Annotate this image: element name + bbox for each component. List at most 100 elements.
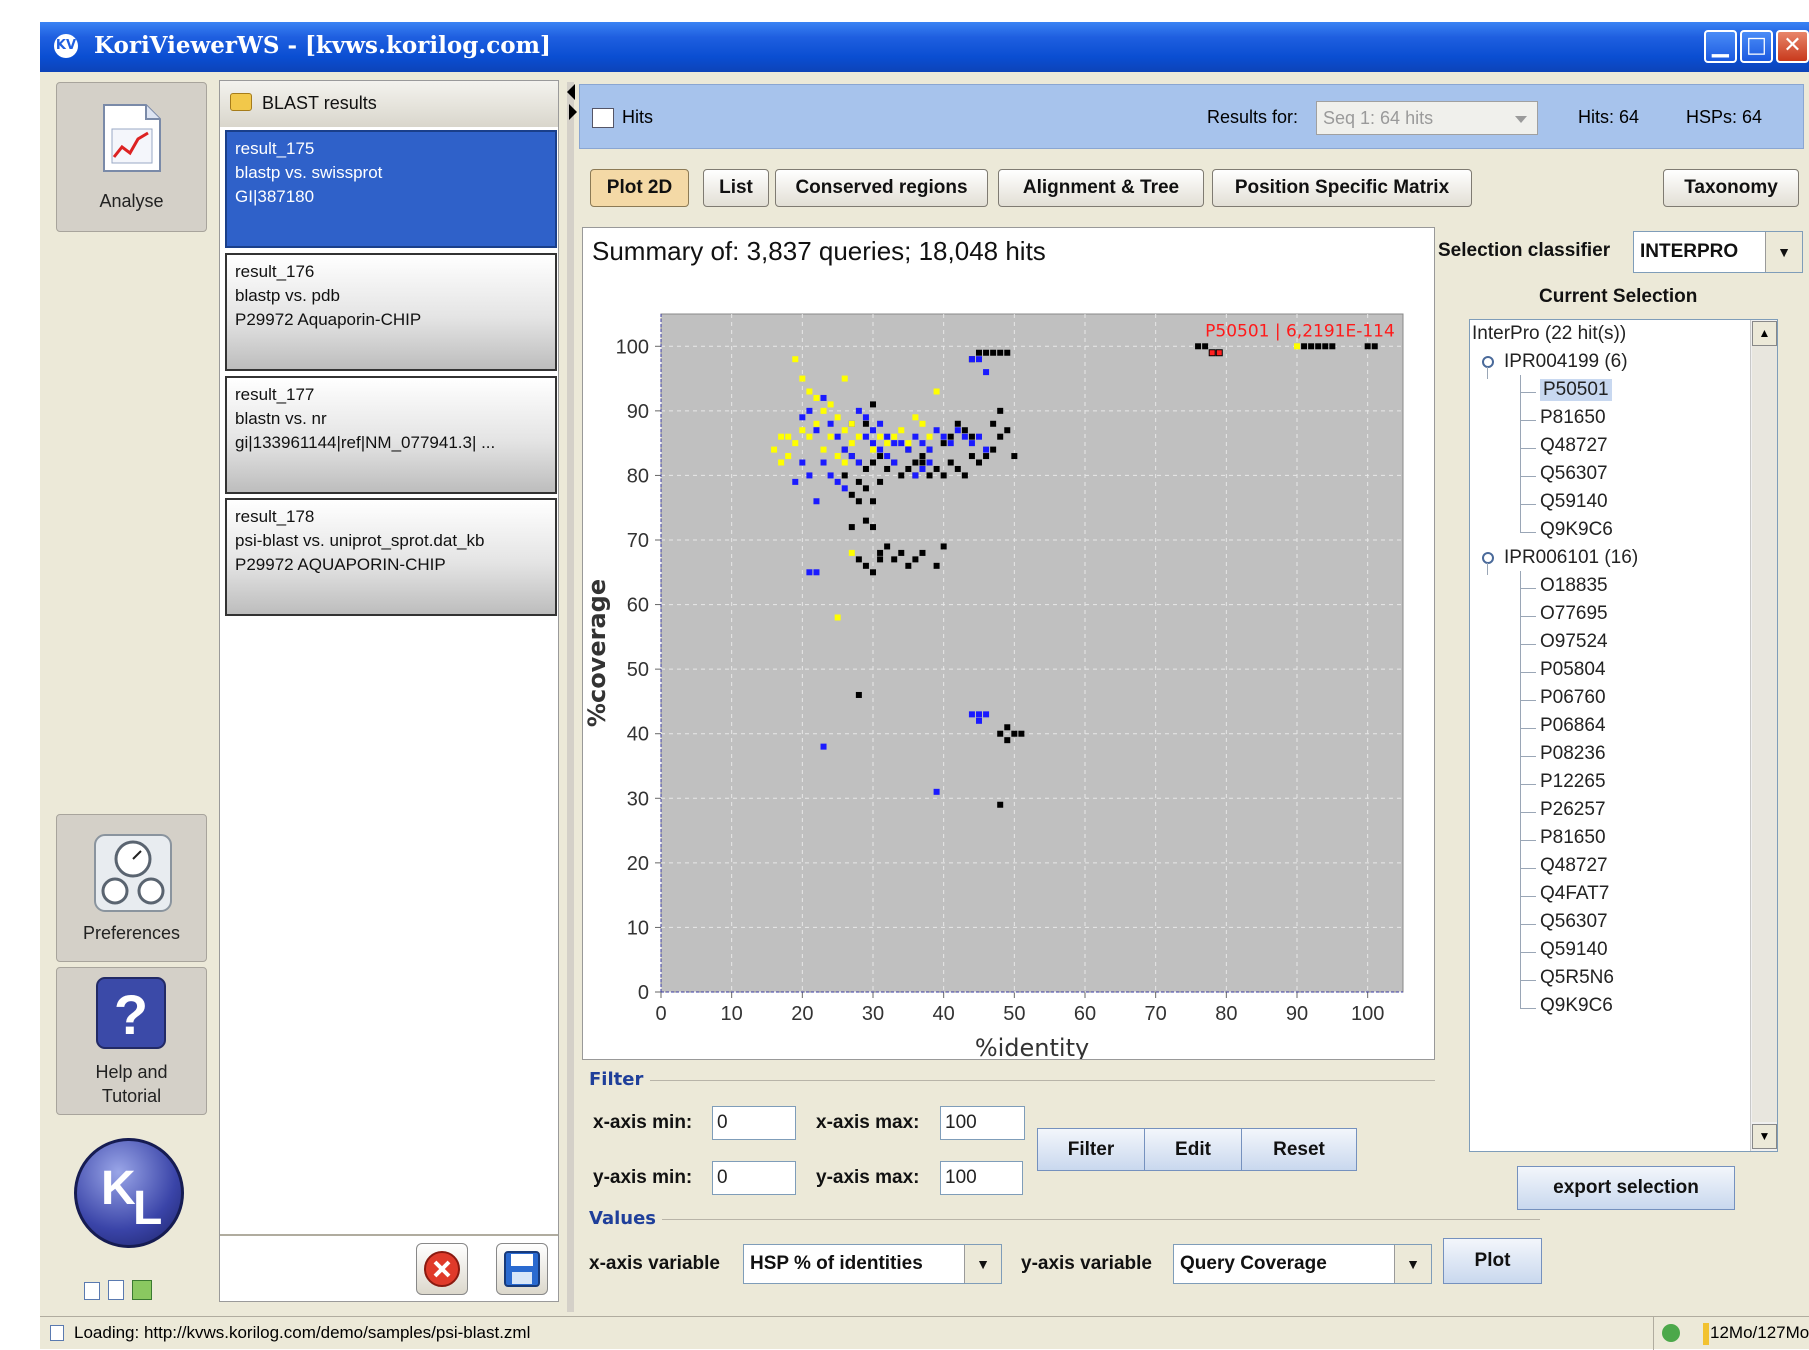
result-query: gi|133961144|ref|NM_077941.3| ... — [235, 433, 496, 452]
data-point — [919, 465, 926, 472]
save-button[interactable] — [496, 1243, 548, 1295]
tree-item[interactable]: Q59140 — [1540, 939, 1608, 961]
help-label-line2: Tutorial — [101, 1086, 162, 1106]
gc-icon[interactable] — [1662, 1324, 1680, 1342]
scroll-thumb[interactable] — [1752, 346, 1777, 1122]
result-card[interactable]: result_175 blastp vs. swissprot GI|387180 — [225, 130, 557, 248]
tree-item[interactable]: Q5R5N6 — [1540, 967, 1614, 989]
data-point — [947, 433, 954, 440]
filter-button[interactable]: Filter — [1037, 1128, 1145, 1171]
ymax-input[interactable]: 100 — [940, 1161, 1023, 1195]
x-tick-label: 90 — [1286, 1003, 1308, 1025]
delete-button[interactable] — [416, 1243, 468, 1295]
tree-item[interactable]: P12265 — [1540, 771, 1606, 793]
tree-item[interactable]: Q56307 — [1540, 911, 1608, 933]
data-point — [855, 459, 862, 466]
scroll-up-button[interactable]: ▲ — [1752, 321, 1777, 346]
tree-item[interactable]: P05804 — [1540, 659, 1606, 681]
tree-item[interactable]: Q48727 — [1540, 855, 1608, 877]
tree-item[interactable]: P81650 — [1540, 827, 1606, 849]
data-point — [1329, 343, 1336, 350]
tab-alignment-tree[interactable]: Alignment & Tree — [998, 169, 1204, 207]
tree-item[interactable]: Q9K9C6 — [1540, 519, 1613, 541]
data-point — [862, 433, 869, 440]
tree-scrollbar[interactable]: ▲ ▼ — [1750, 320, 1777, 1151]
tree-toggle-icon[interactable] — [1482, 552, 1494, 564]
tree-item[interactable]: P26257 — [1540, 799, 1606, 821]
tab-plot-2d[interactable]: Plot 2D — [590, 169, 689, 207]
tree-item[interactable]: O18835 — [1540, 575, 1608, 597]
results-for-select[interactable]: Seq 1: 64 hits — [1316, 101, 1538, 135]
result-card[interactable]: result_176 blastp vs. pdb P29972 Aquaporin… — [225, 253, 557, 371]
result-card[interactable]: result_178 psi-blast vs. uniprot_sprot.da… — [225, 498, 557, 616]
ymin-input[interactable]: 0 — [712, 1161, 796, 1195]
tree-item[interactable]: O77695 — [1540, 603, 1608, 625]
data-point — [940, 440, 947, 447]
data-point — [891, 440, 898, 447]
exit-icon[interactable] — [132, 1280, 152, 1300]
data-point — [933, 788, 940, 795]
tab-position-specific-matrix[interactable]: Position Specific Matrix — [1212, 169, 1472, 207]
reset-button[interactable]: Reset — [1241, 1128, 1357, 1171]
selection-tree[interactable]: InterPro (22 hit(s)) IPR004199 (6) P50501 P… — [1469, 319, 1778, 1152]
expand-right-icon[interactable] — [569, 104, 577, 120]
tree-root[interactable]: InterPro (22 hit(s)) — [1472, 323, 1626, 345]
chevron-down-icon[interactable]: ▼ — [964, 1245, 1001, 1283]
title-bar[interactable]: KV KoriViewerWS - [kvws.korilog.com] ▁ □… — [40, 22, 1809, 72]
selection-classifier-select[interactable]: INTERPRO ▼ — [1633, 231, 1803, 273]
xmin-input[interactable]: 0 — [712, 1106, 796, 1140]
x-tick-label: 70 — [1145, 1003, 1167, 1025]
help-tutorial-button[interactable]: ? Help and Tutorial — [56, 967, 207, 1115]
tree-item[interactable]: Q48727 — [1540, 435, 1608, 457]
tree-toggle-icon[interactable] — [1482, 356, 1494, 368]
export-selection-button[interactable]: export selection — [1517, 1166, 1735, 1210]
tree-item[interactable]: Q59140 — [1540, 491, 1608, 513]
data-point — [841, 472, 848, 479]
tree-item[interactable]: Q56307 — [1540, 463, 1608, 485]
tab-conserved-regions[interactable]: Conserved regions — [775, 169, 988, 207]
plot-button[interactable]: Plot — [1443, 1238, 1542, 1284]
splitter[interactable] — [567, 82, 574, 1312]
result-card[interactable]: result_177 blastn vs. nr gi|133961144|ref|… — [225, 376, 557, 494]
tree-item[interactable]: P50501 — [1540, 379, 1612, 401]
data-point — [983, 711, 990, 718]
data-point — [841, 446, 848, 453]
data-point — [848, 440, 855, 447]
data-point — [1195, 343, 1202, 350]
tree-group[interactable]: IPR006101 (16) — [1504, 547, 1638, 569]
collapse-left-icon[interactable] — [567, 84, 575, 100]
document-icon[interactable] — [108, 1280, 124, 1300]
scroll-down-button[interactable]: ▼ — [1752, 1124, 1777, 1149]
data-point — [1208, 349, 1216, 357]
minimize-button[interactable]: ▁ — [1704, 30, 1737, 63]
scatter-chart[interactable]: 0 10 20 30 40 50 60 70 80 90 100 0 10 20 30 40 50 60 70 80 9… — [583, 268, 1434, 1059]
tree-item[interactable]: P06864 — [1540, 715, 1606, 737]
gauges-icon — [94, 834, 172, 912]
tab-list[interactable]: List — [703, 169, 769, 207]
x-tick-label: 0 — [655, 1003, 666, 1025]
edit-button[interactable]: Edit — [1144, 1128, 1242, 1171]
tree-group[interactable]: IPR004199 (6) — [1504, 351, 1628, 373]
tree-item[interactable]: Q9K9C6 — [1540, 995, 1613, 1017]
tree-item[interactable]: P06760 — [1540, 687, 1606, 709]
info-icon[interactable] — [84, 1282, 100, 1300]
tab-taxonomy[interactable]: Taxonomy — [1663, 169, 1799, 207]
tree-item[interactable]: P81650 — [1540, 407, 1606, 429]
close-window-button[interactable]: ✕ — [1776, 30, 1809, 63]
tree-item[interactable]: O97524 — [1540, 631, 1608, 653]
xmax-input[interactable]: 100 — [940, 1106, 1025, 1140]
chevron-down-icon[interactable]: ▼ — [1765, 232, 1802, 272]
tree-item[interactable]: Q4FAT7 — [1540, 883, 1609, 905]
data-point — [1215, 349, 1223, 357]
maximize-button[interactable]: □ — [1740, 30, 1773, 63]
data-point — [820, 743, 827, 750]
x-variable-select[interactable]: HSP % of identities ▼ — [743, 1244, 1002, 1284]
chevron-down-icon[interactable]: ▼ — [1394, 1245, 1431, 1283]
data-point — [976, 717, 982, 724]
analyse-button[interactable]: Analyse — [56, 82, 207, 232]
y-variable-select[interactable]: Query Coverage ▼ — [1173, 1244, 1432, 1284]
data-point — [870, 427, 876, 434]
y-tick-label: 50 — [627, 659, 649, 681]
tree-item[interactable]: P08236 — [1540, 743, 1606, 765]
preferences-button[interactable]: Preferences — [56, 814, 207, 962]
